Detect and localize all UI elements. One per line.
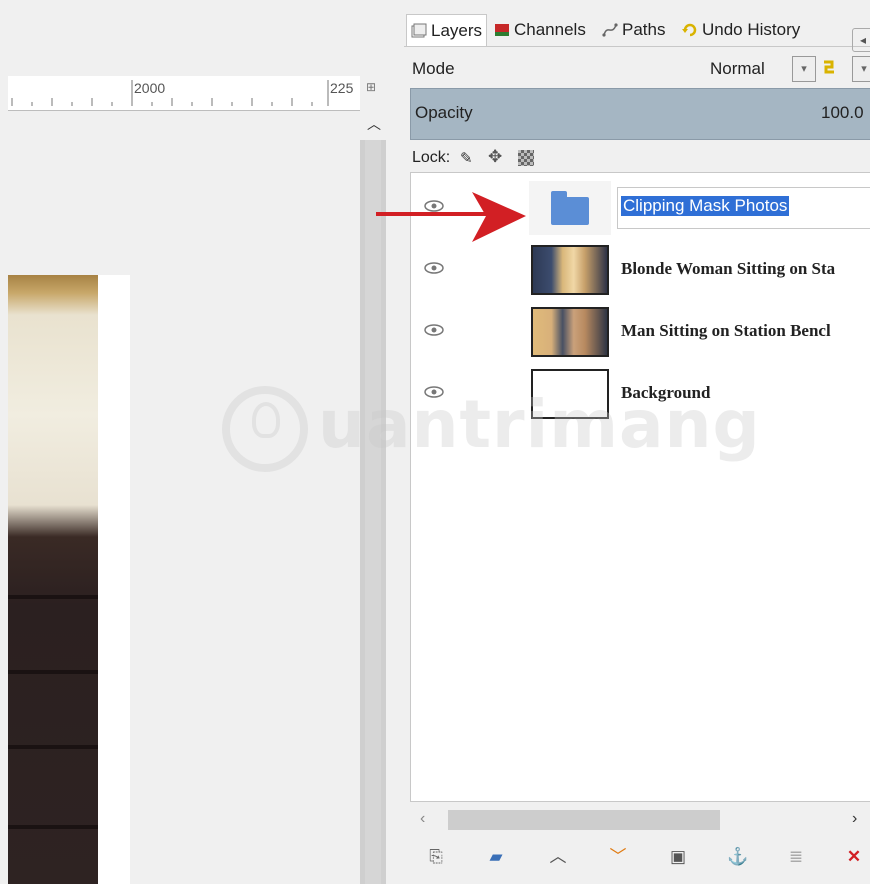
delete-layer-icon[interactable]: ✕ [842,846,866,868]
navigation-corner[interactable]: ⊞ ︿ [360,78,386,138]
bench-slat-line [8,670,98,674]
raise-layer-icon[interactable]: ︿ [546,846,570,868]
tab-channels-label: Channels [514,20,586,39]
tab-paths-label: Paths [622,20,666,39]
bench-slat-line [8,825,98,829]
composite-dropdown-icon[interactable]: ▾ [852,56,870,82]
watermark-logo: uantrimang [222,380,760,480]
tab-layers-label: Layers [431,20,483,40]
horizontal-scrollbar[interactable]: ‹ › [410,806,870,834]
mode-select[interactable]: Normal [710,59,765,79]
layers-list[interactable]: Clipping Mask Photos Blonde Woman Sittin… [410,172,870,802]
layer-row-man-sitting[interactable]: Man Sitting on Station Bencl [411,301,870,361]
lock-row: Lock: ✎ ✥ [412,146,612,170]
watermark-text: uantrimang [318,386,761,463]
layer-name[interactable]: Man Sitting on Station Bencl [621,321,831,341]
new-layer-icon[interactable]: ⎘ [424,846,448,868]
dock-menu-icon[interactable]: ◂ [852,28,870,52]
zoom-toggle-icon[interactable]: ⊞ [366,80,376,94]
visibility-eye-icon[interactable] [423,323,445,337]
new-layer-group-icon[interactable]: ▰ [484,846,508,868]
layers-icon [411,23,427,37]
ruler-ticks [11,80,329,106]
bench-slat-line [8,595,98,599]
photo-content [8,275,98,884]
mode-reset-icon[interactable] [820,56,838,78]
vertical-scroll-thumb[interactable] [365,140,381,884]
scroll-up-icon[interactable]: ︿ [367,114,381,134]
lock-label: Lock: [412,149,451,166]
undo-history-icon [682,23,697,37]
lightbulb-icon [252,402,280,438]
anchor-layer-icon[interactable]: ⚓ [726,846,750,868]
opacity-value[interactable]: 100.0 [821,103,864,123]
ruler-label-225: 225 [330,80,354,96]
lower-layer-icon[interactable]: ﹀ [606,846,630,868]
tab-paths[interactable]: Paths [602,16,665,44]
tab-undo-history[interactable]: Undo History [682,16,800,44]
layer-name[interactable]: Blonde Woman Sitting on Sta [621,259,835,279]
tab-layers[interactable]: Layers [406,14,488,46]
visibility-eye-icon[interactable] [423,261,445,275]
opacity-label: Opacity [415,103,473,122]
folder-icon [551,191,589,225]
mode-label: Mode [412,59,455,78]
red-arrow-annotation [376,192,526,242]
layer-thumbnail[interactable] [531,307,609,357]
layers-toolbar: ⎘ ▰ ︿ ﹀ ▣ ⚓ ≣ ✕ [410,840,870,876]
horizontal-ruler: 2000 225 [8,76,360,111]
photo-thumbnail [533,247,607,293]
layer-name-input[interactable]: Clipping Mask Photos [621,196,790,216]
duplicate-layer-icon[interactable]: ▣ [666,846,690,868]
layer-row-blonde-woman[interactable]: Blonde Woman Sitting on Sta [411,239,870,299]
mode-row: Mode Normal ▾ ▾ [412,54,870,84]
lock-position-icon[interactable]: ✥ [488,147,502,167]
mode-dropdown-icon[interactable]: ▾ [792,56,816,82]
scroll-right-icon[interactable]: › [852,810,857,828]
layer-thumbnail[interactable] [531,245,609,295]
canvas-image [8,275,130,884]
bench-slat-line [8,745,98,749]
vertical-scrollbar[interactable] [360,140,386,884]
lock-alpha-icon[interactable] [518,150,534,166]
scroll-left-icon[interactable]: ‹ [420,810,425,828]
horizontal-scroll-thumb[interactable] [448,810,720,830]
photo-thumbnail [533,309,607,355]
dock-tabs: Layers Channels Paths Undo History ◂ [404,12,870,52]
tab-undo-history-label: Undo History [702,20,801,39]
opacity-slider[interactable]: Opacity 100.0 [410,88,870,140]
lock-pixels-icon[interactable]: ✎ [460,149,473,167]
tab-channels[interactable]: Channels [494,16,586,44]
channels-icon [495,24,509,36]
merge-layer-icon[interactable]: ≣ [784,846,808,868]
paths-icon [602,23,618,37]
layer-thumbnail[interactable] [529,181,611,235]
ruler-label-2000: 2000 [134,80,166,96]
